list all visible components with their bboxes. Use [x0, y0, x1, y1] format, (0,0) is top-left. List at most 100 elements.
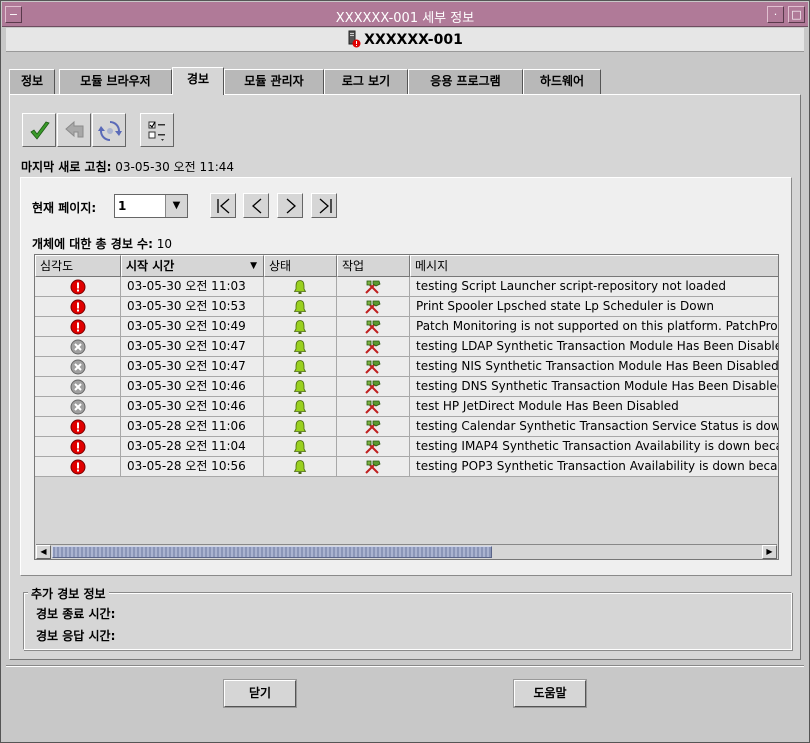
help-button[interactable]: 도움말 — [514, 680, 586, 707]
refresh-button[interactable] — [92, 113, 126, 147]
first-page-button[interactable] — [210, 193, 236, 218]
action-cell[interactable] — [337, 297, 410, 317]
tools-icon — [365, 300, 381, 314]
acknowledge-button[interactable] — [22, 113, 56, 147]
action-cell[interactable] — [337, 417, 410, 437]
extra-info-title: 추가 경보 정보 — [28, 585, 109, 602]
action-cell[interactable] — [337, 357, 410, 377]
severity-cell — [35, 297, 121, 317]
tab-log-view[interactable]: 로그 보기 — [324, 69, 408, 94]
start-time-cell: 03-05-30 오전 10:47 — [121, 357, 264, 377]
column-message[interactable]: 메시지 — [410, 255, 778, 277]
scroll-left-arrow-icon[interactable]: ◀ — [36, 545, 51, 559]
start-time-cell: 03-05-28 오전 11:06 — [121, 417, 264, 437]
severity-cell — [35, 457, 121, 477]
table-row[interactable]: 03-05-30 오전 10:47 testing NIS Synthetic T… — [35, 357, 778, 377]
tools-icon — [365, 460, 381, 474]
critical-severity-icon — [70, 299, 85, 314]
action-cell[interactable] — [337, 277, 410, 297]
bell-icon — [293, 419, 307, 434]
column-action[interactable]: 작업 — [337, 255, 410, 277]
last-page-button[interactable] — [311, 193, 337, 218]
action-cell[interactable] — [337, 337, 410, 357]
table-row[interactable]: 03-05-30 오전 10:53 Print Spooler Lpsched s… — [35, 297, 778, 317]
undo-button[interactable] — [57, 113, 91, 147]
back-arrow-icon — [65, 120, 84, 138]
bottom-separator — [6, 665, 804, 667]
bell-icon — [293, 379, 307, 394]
message-cell: testing DNS Synthetic Transaction Module… — [410, 377, 778, 397]
tools-icon — [365, 320, 381, 334]
message-cell: testing Script Launcher script-repositor… — [410, 277, 778, 297]
column-state[interactable]: 상태 — [264, 255, 337, 277]
bell-icon — [293, 459, 307, 474]
state-cell — [264, 357, 337, 377]
message-cell: testing POP3 Synthetic Transaction Avail… — [410, 457, 778, 477]
title-bar[interactable]: − XXXXXX-001 세부 정보 · □ — [2, 2, 808, 27]
critical-severity-icon — [70, 439, 85, 454]
current-page-label: 현재 페이지: — [32, 201, 97, 215]
prev-page-button[interactable] — [243, 193, 269, 218]
sort-descending-icon: ▼ — [250, 261, 257, 271]
table-row[interactable]: 03-05-30 오전 10:47 testing LDAP Synthetic … — [35, 337, 778, 357]
critical-severity-icon — [70, 419, 85, 434]
action-cell[interactable] — [337, 397, 410, 417]
tab-module-browser[interactable]: 모듈 브라우저 — [59, 69, 172, 94]
select-columns-button[interactable] — [140, 113, 174, 147]
page-select[interactable]: 1 ▼ — [114, 194, 188, 218]
next-page-button[interactable] — [277, 193, 303, 218]
alarm-close-time-label: 경보 종료 시간: — [36, 607, 116, 621]
refresh-icon — [98, 121, 122, 141]
total-alarms-label: 개체에 대한 총 경보 수: — [32, 237, 153, 251]
table-row[interactable]: 03-05-28 오전 10:56 testing POP3 Synthetic … — [35, 457, 778, 477]
tab-module-manager[interactable]: 모듈 관리자 — [224, 69, 324, 94]
state-cell — [264, 297, 337, 317]
tab-hardware[interactable]: 하드웨어 — [523, 69, 601, 94]
tools-icon — [365, 280, 381, 294]
severity-cell — [35, 397, 121, 417]
start-time-cell: 03-05-30 오전 10:53 — [121, 297, 264, 317]
tools-icon — [365, 420, 381, 434]
severity-cell — [35, 377, 121, 397]
column-severity[interactable]: 심각도 — [35, 255, 121, 277]
checklist-icon — [148, 121, 165, 141]
table-row[interactable]: 03-05-28 오전 11:04 testing IMAP4 Synthetic… — [35, 437, 778, 457]
severity-cell — [35, 357, 121, 377]
table-row[interactable]: 03-05-30 오전 10:46 testing DNS Synthetic T… — [35, 377, 778, 397]
check-icon — [30, 121, 50, 140]
start-time-cell: 03-05-28 오전 11:04 — [121, 437, 264, 457]
message-cell: testing IMAP4 Synthetic Transaction Avai… — [410, 437, 778, 457]
message-cell: test HP JetDirect Module Has Been Disabl… — [410, 397, 778, 417]
alarm-table: 심각도 시작 시간 ▼ 상태 작업 메시지 03-05-30 오전 11:03 t… — [34, 254, 779, 560]
tools-icon — [365, 440, 381, 454]
horizontal-scrollbar[interactable]: ◀ ▶ — [36, 544, 777, 559]
host-header: XXXXXX-001 — [6, 28, 804, 52]
minimize-button[interactable]: · — [767, 6, 784, 23]
severity-cell — [35, 337, 121, 357]
state-cell — [264, 317, 337, 337]
action-cell[interactable] — [337, 317, 410, 337]
chevron-down-icon[interactable]: ▼ — [165, 195, 187, 217]
alarms-panel: 마지막 새로 고침: 03-05-30 오전 11:44 현재 페이지: 1 ▼ — [9, 94, 801, 660]
first-page-icon — [217, 198, 230, 214]
table-row[interactable]: 03-05-30 오전 10:46 test HP JetDirect Modul… — [35, 397, 778, 417]
table-row[interactable]: 03-05-30 오전 10:49 Patch Monitoring is not… — [35, 317, 778, 337]
action-cell[interactable] — [337, 377, 410, 397]
table-row[interactable]: 03-05-30 오전 11:03 testing Script Launcher… — [35, 277, 778, 297]
action-cell[interactable] — [337, 437, 410, 457]
scroll-right-arrow-icon[interactable]: ▶ — [762, 545, 777, 559]
state-cell — [264, 397, 337, 417]
tab-info[interactable]: 정보 — [9, 69, 55, 94]
tab-alarms[interactable]: 경보 — [172, 67, 224, 95]
scrollbar-thumb[interactable] — [52, 546, 492, 558]
disabled-severity-icon — [70, 379, 85, 394]
action-cell[interactable] — [337, 457, 410, 477]
maximize-button[interactable]: □ — [788, 6, 805, 23]
close-button[interactable]: 닫기 — [224, 680, 296, 707]
state-cell — [264, 457, 337, 477]
column-start-time[interactable]: 시작 시간 ▼ — [121, 255, 264, 277]
table-row[interactable]: 03-05-28 오전 11:06 testing Calendar Synthe… — [35, 417, 778, 437]
total-alarms-value: 10 — [156, 237, 172, 251]
total-alarms: 개체에 대한 총 경보 수: 10 — [32, 235, 172, 252]
tab-applications[interactable]: 응용 프로그램 — [408, 69, 523, 94]
